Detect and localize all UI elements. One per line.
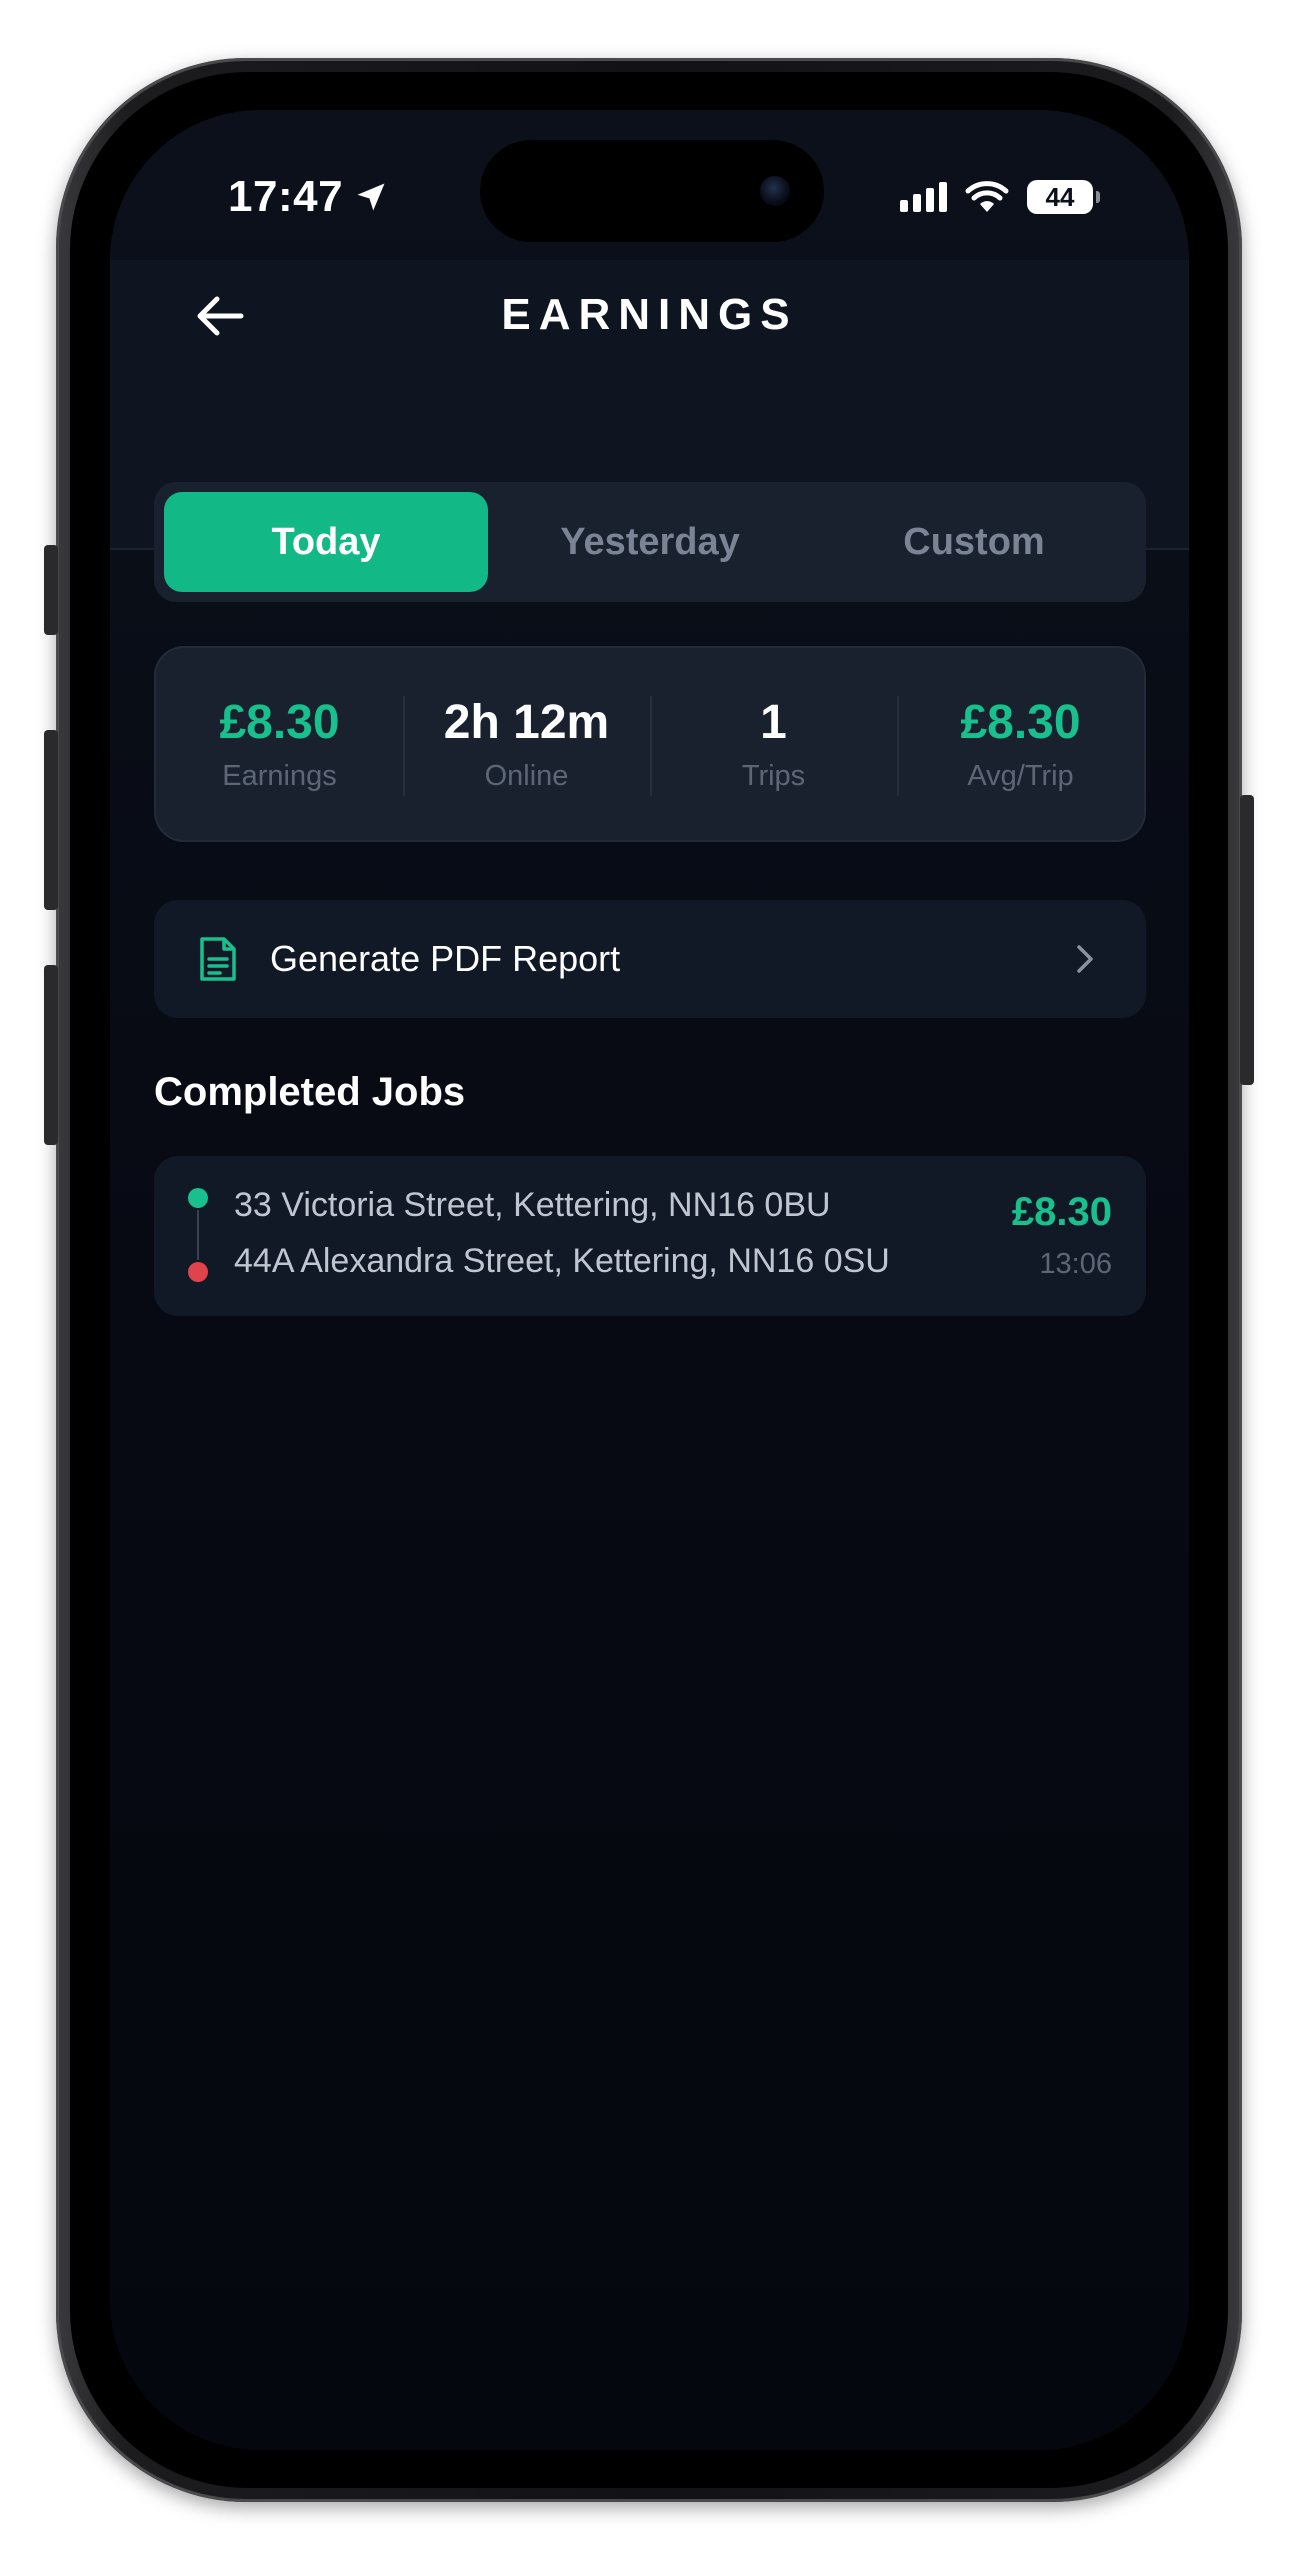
stat-online: 2h 12m Online	[403, 648, 650, 840]
wifi-icon	[965, 181, 1009, 212]
generate-pdf-report-button[interactable]: Generate PDF Report	[154, 900, 1146, 1018]
cellular-signal-icon	[900, 182, 947, 212]
job-time: 13:06	[1039, 1248, 1112, 1280]
stat-avg-trip: £8.30 Avg/Trip	[897, 648, 1144, 840]
stat-trips-value: 1	[760, 696, 787, 749]
pickup-dot-icon	[188, 1188, 208, 1208]
volume-down-button	[44, 965, 58, 1145]
app-screen: 17:47 44 EARNINGS Today Yesterday Custom	[110, 110, 1189, 2450]
stat-trips-label: Trips	[741, 760, 806, 792]
stat-online-label: Online	[484, 760, 569, 792]
power-button	[1240, 795, 1254, 1085]
status-time: 17:47	[228, 172, 389, 222]
stat-avg-trip-value: £8.30	[960, 696, 1081, 749]
dropoff-dot-icon	[188, 1262, 208, 1282]
stat-earnings-label: Earnings	[222, 760, 337, 792]
route-line	[197, 1210, 199, 1260]
stat-earnings-value: £8.30	[219, 696, 340, 749]
camera-icon	[760, 176, 790, 206]
location-arrow-icon	[357, 183, 385, 211]
completed-jobs-title: Completed Jobs	[154, 1070, 466, 1114]
stat-online-value: 2h 12m	[443, 696, 610, 749]
dynamic-island	[480, 140, 824, 242]
earnings-summary-card: £8.30 Earnings 2h 12m Online 1 Trips £8.…	[154, 646, 1146, 842]
status-icons: 44	[900, 180, 1100, 214]
stat-trips: 1 Trips	[650, 648, 897, 840]
status-time-text: 17:47	[228, 172, 344, 221]
document-icon	[200, 937, 236, 981]
battery-level: 44	[1045, 181, 1075, 212]
page-title: EARNINGS	[501, 290, 798, 339]
volume-up-button	[44, 730, 58, 910]
chevron-right-icon	[1077, 945, 1093, 973]
action-button	[44, 545, 58, 635]
dropoff-address: 44A Alexandra Street, Kettering, NN16 0S…	[234, 1242, 890, 1280]
date-range-tabs: Today Yesterday Custom	[154, 482, 1146, 602]
pickup-address: 33 Victoria Street, Kettering, NN16 0BU	[234, 1186, 831, 1224]
stat-avg-trip-label: Avg/Trip	[967, 760, 1074, 792]
tab-yesterday[interactable]: Yesterday	[488, 492, 812, 592]
generate-pdf-report-label: Generate PDF Report	[270, 938, 621, 979]
list-item[interactable]: 33 Victoria Street, Kettering, NN16 0BU …	[154, 1156, 1146, 1316]
battery-icon: 44	[1027, 180, 1100, 214]
job-amount: £8.30	[1011, 1190, 1112, 1234]
tab-today[interactable]: Today	[164, 492, 488, 592]
stat-earnings: £8.30 Earnings	[156, 648, 403, 840]
tab-custom[interactable]: Custom	[812, 492, 1136, 592]
